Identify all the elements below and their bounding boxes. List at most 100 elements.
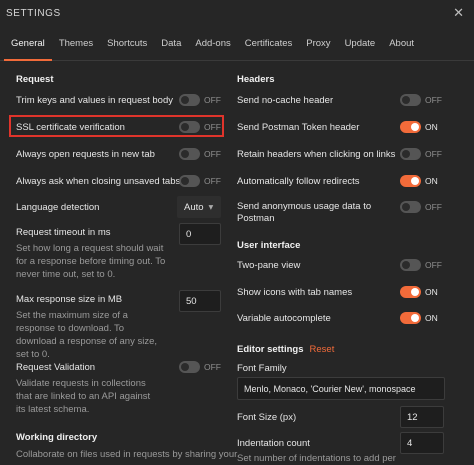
trim-keys-toggle[interactable]: OFF xyxy=(179,94,221,106)
tab-data[interactable]: Data xyxy=(154,26,188,60)
font-size-label: Font Size (px) xyxy=(237,412,297,423)
variable-autocomplete-toggle[interactable]: ON xyxy=(400,312,438,324)
font-family-row: Font Family xyxy=(237,363,442,374)
validation-desc: Validate requests in collections that ar… xyxy=(16,378,151,415)
tab-proxy[interactable]: Proxy xyxy=(299,26,337,60)
settings-tabs: General Themes Shortcuts Data Add-ons Ce… xyxy=(0,26,474,61)
ui-heading: User interface xyxy=(237,240,301,251)
close-icon[interactable]: ✕ xyxy=(453,5,468,21)
toggle-state: OFF xyxy=(204,122,221,132)
two-pane-label: Two-pane view xyxy=(237,260,301,271)
ask-closing-row: Always ask when closing unsaved tabs OFF xyxy=(16,175,221,187)
toggle-switch xyxy=(400,121,421,133)
retain-headers-row: Retain headers when clicking on links OF… xyxy=(237,148,442,160)
open-new-tab-toggle[interactable]: OFF xyxy=(179,148,221,160)
tab-themes[interactable]: Themes xyxy=(52,26,100,60)
title-bar: SETTINGS ✕ xyxy=(0,0,474,26)
indentation-row: Indentation count Set number of indentat… xyxy=(237,432,444,465)
language-detection-label: Language detection xyxy=(16,202,100,213)
font-size-input[interactable]: 12 xyxy=(400,406,444,428)
anonymous-usage-row: Send anonymous usage data to Postman OFF xyxy=(237,201,442,225)
ssl-label: SSL certificate verification xyxy=(16,122,125,133)
no-cache-label: Send no-cache header xyxy=(237,95,334,106)
max-response-input[interactable]: 50 xyxy=(179,290,221,312)
toggle-switch xyxy=(400,94,421,106)
language-detection-select[interactable]: Auto ▾ xyxy=(177,196,221,218)
max-response-desc: Set the maximum size of a response to do… xyxy=(16,310,158,360)
settings-title: SETTINGS xyxy=(6,7,61,19)
follow-redirects-label: Automatically follow redirects xyxy=(237,176,360,187)
toggle-state: OFF xyxy=(425,202,442,212)
toggle-switch xyxy=(400,259,421,271)
toggle-state: OFF xyxy=(425,95,442,105)
timeout-row: Request timeout in ms Set how long a req… xyxy=(16,223,221,281)
tab-update[interactable]: Update xyxy=(338,26,383,60)
show-icons-toggle[interactable]: ON xyxy=(400,286,438,298)
language-detection-value: Auto xyxy=(184,201,204,213)
variable-autocomplete-label: Variable autocomplete xyxy=(237,313,331,324)
anonymous-usage-toggle[interactable]: OFF xyxy=(400,201,442,213)
show-icons-row: Show icons with tab names ON xyxy=(237,286,442,298)
tab-general[interactable]: General xyxy=(4,26,52,61)
open-new-tab-label: Always open requests in new tab xyxy=(16,149,155,160)
ssl-row: SSL certificate verification OFF xyxy=(16,121,221,133)
toggle-state: ON xyxy=(425,122,438,132)
ask-closing-toggle[interactable]: OFF xyxy=(179,175,221,187)
working-dir-heading: Working directory xyxy=(16,432,98,443)
validation-toggle[interactable]: OFF xyxy=(179,361,221,373)
trim-keys-row: Trim keys and values in request body OFF xyxy=(16,94,221,106)
retain-headers-toggle[interactable]: OFF xyxy=(400,148,442,160)
request-heading: Request xyxy=(16,74,54,85)
settings-content: Request Trim keys and values in request … xyxy=(0,62,474,464)
toggle-switch xyxy=(179,175,200,187)
two-pane-row: Two-pane view OFF xyxy=(237,259,442,271)
ssl-toggle[interactable]: OFF xyxy=(179,121,221,133)
toggle-switch xyxy=(179,94,200,106)
toggle-state: OFF xyxy=(204,362,221,372)
font-family-input[interactable]: Menlo, Monaco, 'Courier New', monospace xyxy=(237,377,445,400)
tab-shortcuts[interactable]: Shortcuts xyxy=(100,26,154,60)
language-detection-row: Language detection Auto ▾ xyxy=(16,196,221,218)
font-family-label: Font Family xyxy=(237,363,287,374)
postman-token-toggle[interactable]: ON xyxy=(400,121,438,133)
tab-about[interactable]: About xyxy=(382,26,421,60)
toggle-switch xyxy=(179,121,200,133)
toggle-state: ON xyxy=(425,313,438,323)
anonymous-usage-label: Send anonymous usage data to Postman xyxy=(237,201,372,224)
validation-row: Request Validation Validate requests in … xyxy=(16,361,221,416)
postman-token-label: Send Postman Token header xyxy=(237,122,360,133)
toggle-state: OFF xyxy=(425,260,442,270)
toggle-state: OFF xyxy=(425,149,442,159)
reset-link[interactable]: Reset xyxy=(310,344,335,355)
two-pane-toggle[interactable]: OFF xyxy=(400,259,442,271)
trim-keys-label: Trim keys and values in request body xyxy=(16,95,174,106)
no-cache-row: Send no-cache header OFF xyxy=(237,94,442,106)
toggle-switch xyxy=(400,175,421,187)
font-size-row: Font Size (px) 12 xyxy=(237,406,444,428)
variable-autocomplete-row: Variable autocomplete ON xyxy=(237,312,442,324)
toggle-switch xyxy=(400,312,421,324)
toggle-switch xyxy=(400,286,421,298)
tab-certificates[interactable]: Certificates xyxy=(238,26,300,60)
show-icons-label: Show icons with tab names xyxy=(237,287,353,298)
timeout-input[interactable]: 0 xyxy=(179,223,221,245)
indentation-input[interactable]: 4 xyxy=(400,432,444,454)
toggle-state: OFF xyxy=(204,95,221,105)
toggle-state: OFF xyxy=(204,149,221,159)
toggle-state: OFF xyxy=(204,176,221,186)
no-cache-toggle[interactable]: OFF xyxy=(400,94,442,106)
retain-headers-label: Retain headers when clicking on links xyxy=(237,149,396,160)
follow-redirects-toggle[interactable]: ON xyxy=(400,175,438,187)
postman-token-row: Send Postman Token header ON xyxy=(237,121,442,133)
ask-closing-label: Always ask when closing unsaved tabs xyxy=(16,176,181,187)
toggle-state: ON xyxy=(425,176,438,186)
timeout-desc: Set how long a request should wait for a… xyxy=(16,243,166,280)
editor-heading: Editor settings Reset xyxy=(237,344,334,355)
tab-add-ons[interactable]: Add-ons xyxy=(188,26,237,60)
toggle-switch xyxy=(400,201,421,213)
toggle-switch xyxy=(179,361,200,373)
working-dir-desc: Collaborate on files used in requests by… xyxy=(16,449,238,460)
headers-heading: Headers xyxy=(237,74,275,85)
chevron-down-icon: ▾ xyxy=(208,201,214,213)
follow-redirects-row: Automatically follow redirects ON xyxy=(237,175,442,187)
